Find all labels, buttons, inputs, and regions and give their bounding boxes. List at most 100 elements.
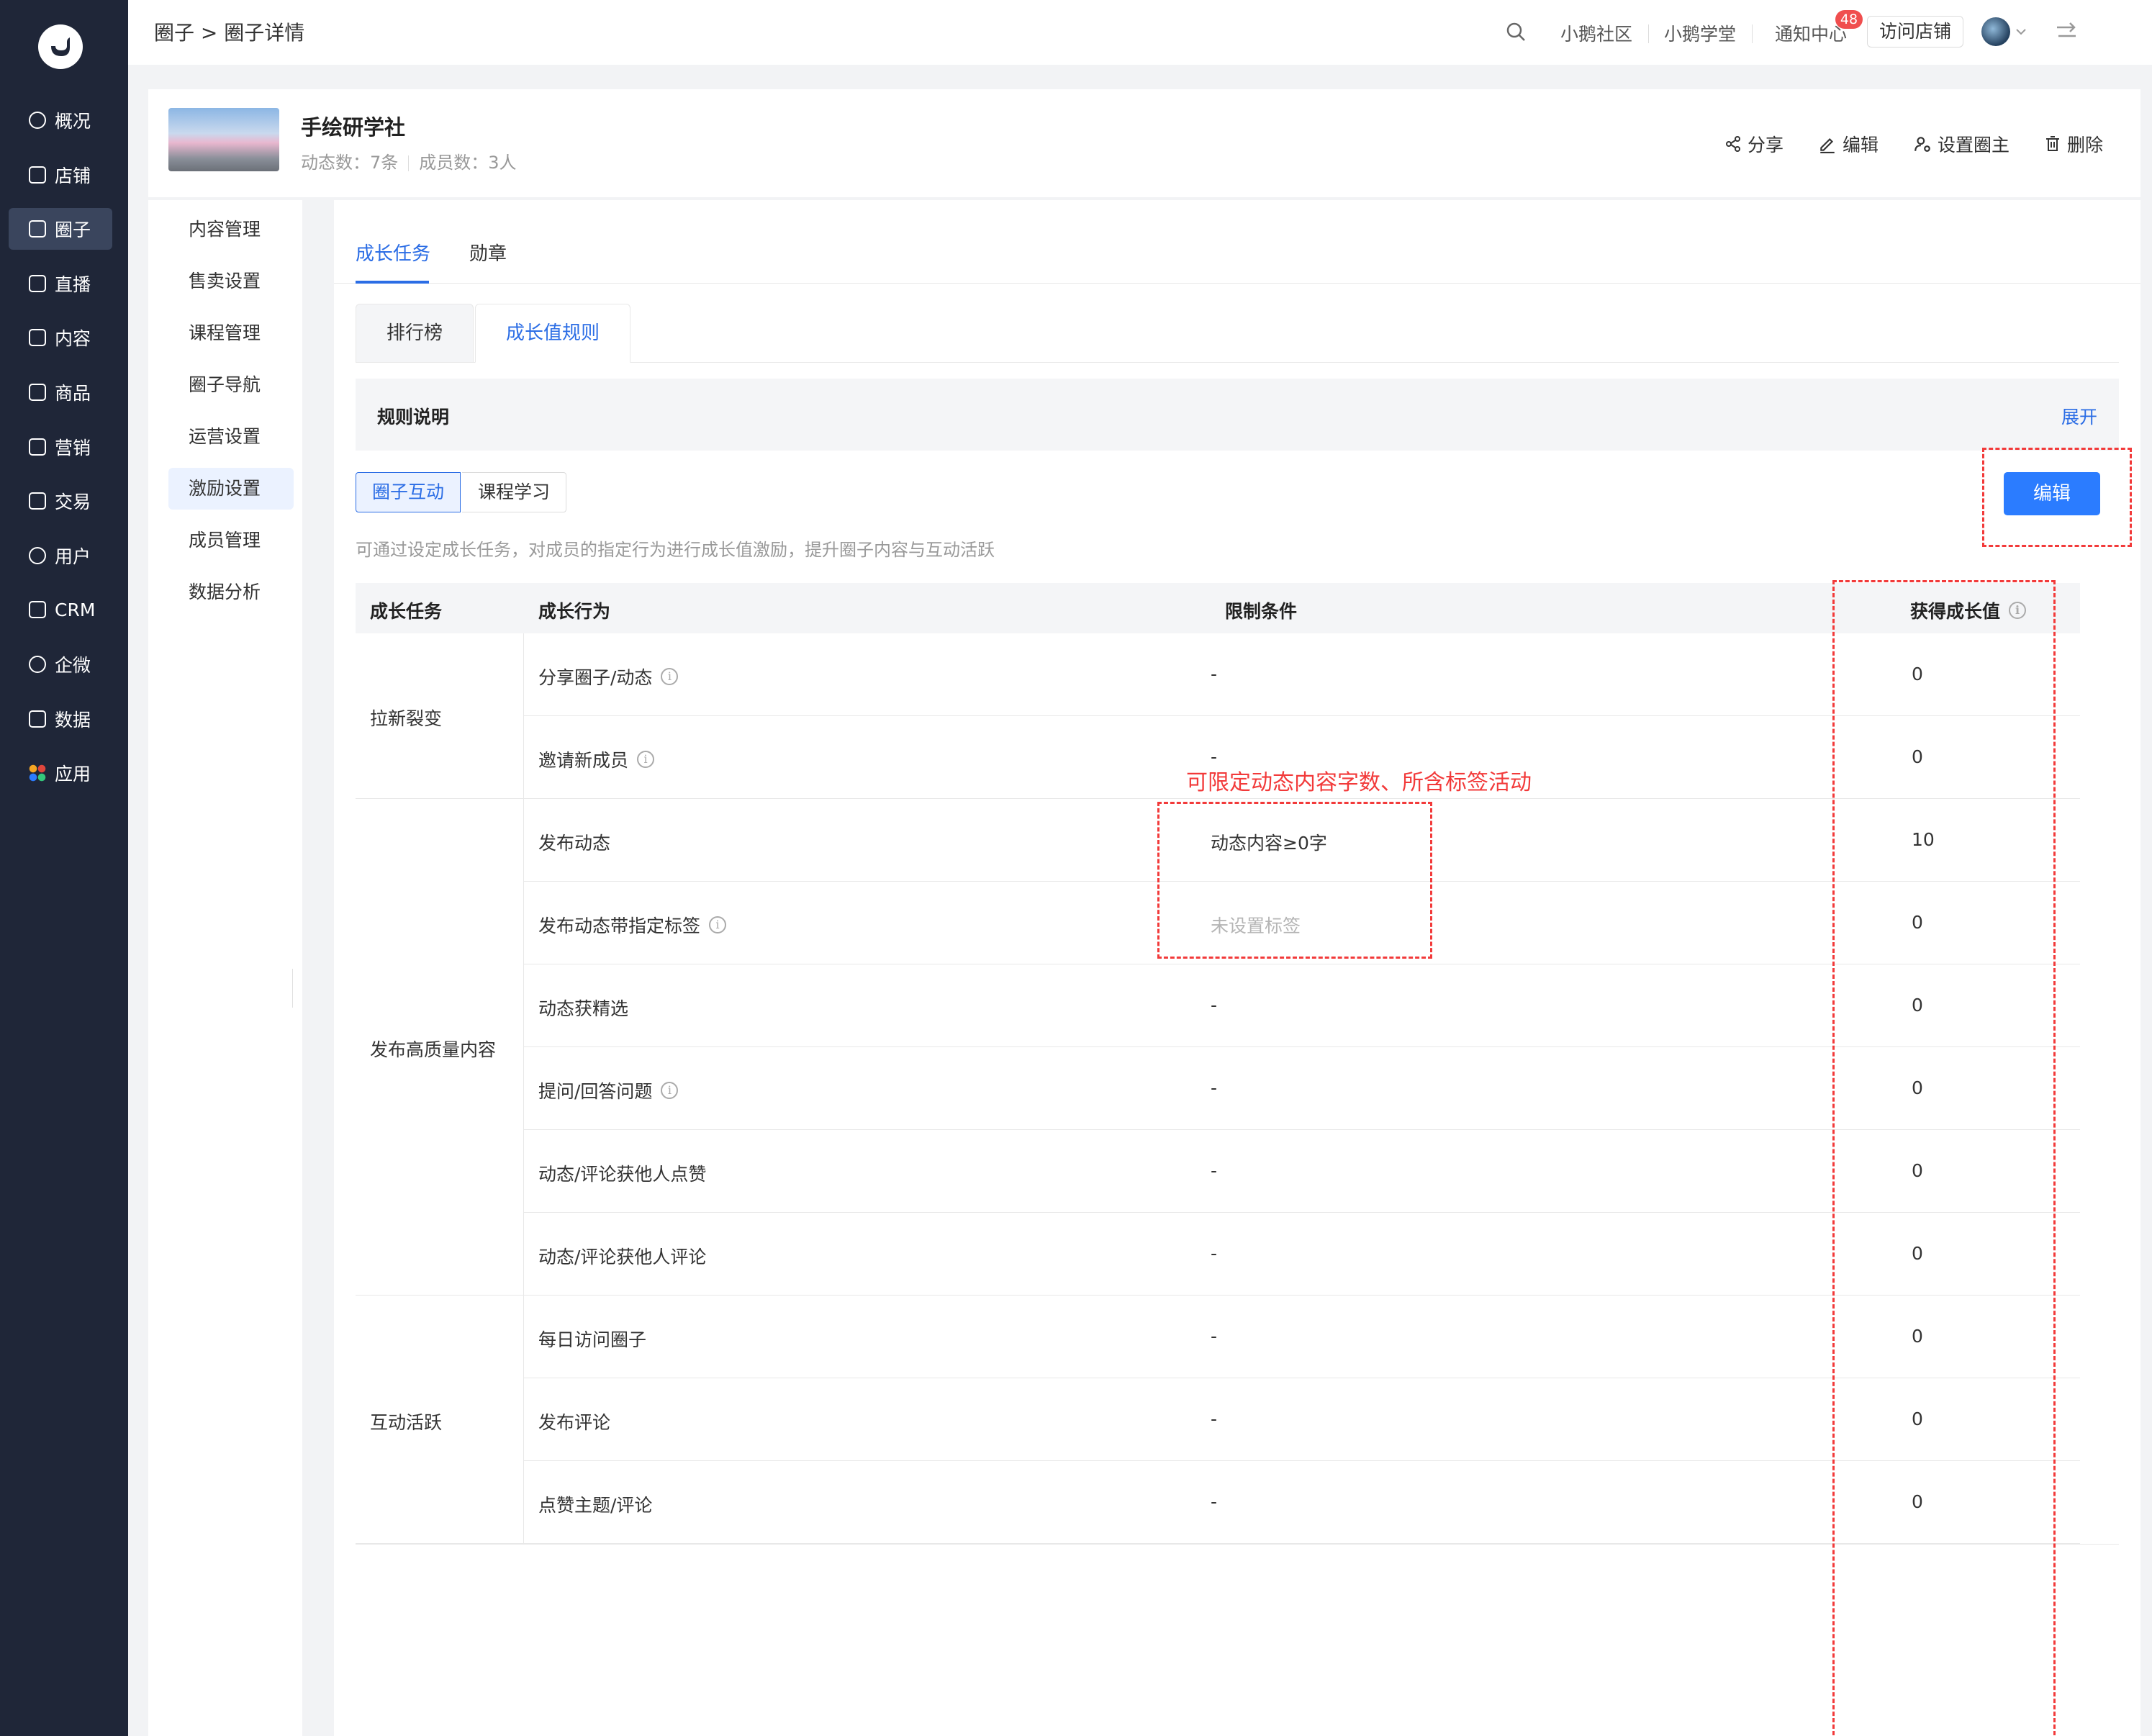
circle-stats: 动态数：7条 成员数：3人 bbox=[301, 148, 517, 173]
behavior-cell: 动态/评论获他人点赞 bbox=[538, 1160, 706, 1186]
task-group-cell: 互动活跃 bbox=[356, 1296, 524, 1544]
sidebar-item-label: 店铺 bbox=[55, 165, 91, 186]
goods-icon bbox=[29, 384, 46, 401]
subnav-item-7[interactable]: 数据分析 bbox=[168, 571, 294, 613]
subnav-item-4[interactable]: 运营设置 bbox=[168, 416, 294, 458]
subnav-item-5[interactable]: 激励设置 bbox=[168, 468, 294, 510]
search-icon[interactable] bbox=[1504, 20, 1527, 43]
info-icon[interactable]: i bbox=[661, 668, 679, 685]
limit-cell: - bbox=[1211, 1491, 1218, 1512]
sidebar-item-4[interactable]: 内容 bbox=[9, 317, 112, 358]
share-button[interactable]: 分享 bbox=[1724, 131, 1783, 157]
subtab-leaderboard[interactable]: 排行榜 bbox=[356, 304, 474, 363]
info-icon[interactable]: i bbox=[709, 916, 727, 933]
rules-title: 规则说明 bbox=[377, 407, 450, 428]
edit-circle-button[interactable]: 编辑 bbox=[1818, 131, 1879, 157]
sidebar-item-3[interactable]: 直播 bbox=[9, 263, 112, 304]
limit-cell: - bbox=[1211, 1077, 1218, 1098]
sidebar-item-label: 应用 bbox=[55, 764, 91, 785]
link-academy[interactable]: 小鹅学堂 bbox=[1664, 20, 1736, 46]
active-tab-indicator bbox=[356, 281, 429, 284]
sidebar-item-2[interactable]: 圈子 bbox=[9, 208, 112, 250]
apps-icon bbox=[29, 764, 46, 782]
notification-badge: 48 bbox=[1835, 10, 1863, 29]
avatar[interactable] bbox=[1981, 17, 2010, 46]
user-settings-icon bbox=[1914, 137, 1930, 152]
sidebar-item-0[interactable]: 概况 bbox=[9, 99, 112, 141]
annotation-box-edit bbox=[1982, 448, 2132, 547]
sidebar-item-label: 概况 bbox=[55, 111, 91, 132]
subnav-item-3[interactable]: 圈子导航 bbox=[168, 364, 294, 406]
sidebar-item-label: 交易 bbox=[55, 492, 91, 513]
sidebar-item-label: 商品 bbox=[55, 383, 91, 404]
chevron-down-icon[interactable] bbox=[2015, 27, 2027, 36]
info-icon[interactable]: i bbox=[661, 1082, 679, 1099]
subtab-bar: 排行榜 成长值规则 bbox=[356, 304, 2119, 363]
annotation-box-limit bbox=[1157, 802, 1432, 959]
info-icon[interactable]: i bbox=[637, 751, 655, 768]
sidebar-item-9[interactable]: CRM bbox=[9, 589, 112, 630]
sidebar-item-10[interactable]: 企微 bbox=[9, 643, 112, 685]
data-icon bbox=[29, 710, 46, 728]
expand-link[interactable]: 展开 bbox=[2061, 403, 2097, 429]
sidebar-item-1[interactable]: 店铺 bbox=[9, 154, 112, 196]
behavior-label: 动态/评论获他人评论 bbox=[538, 1247, 707, 1267]
tab-growth-tasks[interactable]: 成长任务 bbox=[356, 239, 430, 266]
visit-store-button[interactable]: 访问店铺 bbox=[1867, 16, 1964, 48]
switch-icon[interactable] bbox=[2054, 20, 2079, 42]
pie-chart-icon bbox=[29, 112, 46, 129]
behavior-label: 点赞主题/评论 bbox=[538, 1495, 653, 1516]
limit-cell: - bbox=[1211, 995, 1218, 1016]
sidebar-item-label: CRM bbox=[55, 599, 96, 620]
delete-button[interactable]: 删除 bbox=[2044, 131, 2103, 157]
sidebar-item-8[interactable]: 用户 bbox=[9, 535, 112, 577]
limit-cell: - bbox=[1211, 1326, 1218, 1347]
header-task: 成长任务 bbox=[370, 601, 443, 622]
task-group-label: 互动活跃 bbox=[370, 1411, 443, 1433]
sidebar-item-6[interactable]: 营销 bbox=[9, 426, 112, 468]
segment-course-learning[interactable]: 课程学习 bbox=[462, 472, 567, 512]
behavior-cell: 提问/回答问题 i bbox=[538, 1077, 679, 1103]
sidebar-item-label: 企微 bbox=[55, 655, 91, 676]
behavior-label: 发布动态 bbox=[538, 833, 611, 854]
limit-cell: - bbox=[1211, 1160, 1218, 1181]
behavior-label: 动态/评论获他人点赞 bbox=[538, 1164, 707, 1185]
behavior-label: 分享圈子/动态 bbox=[538, 667, 653, 688]
task-group-cell: 拉新裂变 bbox=[356, 633, 524, 799]
live-icon bbox=[29, 274, 46, 292]
set-owner-button[interactable]: 设置圈主 bbox=[1913, 131, 2009, 157]
share-icon bbox=[1726, 136, 1740, 152]
behavior-label: 发布动态带指定标签 bbox=[538, 916, 701, 936]
subnav-item-1[interactable]: 售卖设置 bbox=[168, 261, 294, 302]
behavior-cell: 分享圈子/动态 i bbox=[538, 664, 679, 690]
subnav-item-2[interactable]: 课程管理 bbox=[168, 312, 294, 354]
rules-panel: 规则说明 展开 bbox=[356, 379, 2119, 451]
subnav-item-6[interactable]: 成员管理 bbox=[168, 520, 294, 561]
logo[interactable] bbox=[38, 24, 83, 69]
sidebar-item-11[interactable]: 数据 bbox=[9, 698, 112, 740]
behavior-label: 邀请新成员 bbox=[538, 750, 629, 771]
sidebar-item-5[interactable]: 商品 bbox=[9, 371, 112, 413]
trash-icon bbox=[2046, 136, 2059, 151]
limit-cell: - bbox=[1211, 1243, 1218, 1264]
link-community[interactable]: 小鹅社区 bbox=[1560, 20, 1632, 46]
delete-label: 删除 bbox=[2067, 135, 2104, 155]
behavior-cell: 每日访问圈子 bbox=[538, 1326, 646, 1352]
sidebar-item-7[interactable]: 交易 bbox=[9, 480, 112, 522]
subnav-item-0[interactable]: 内容管理 bbox=[168, 209, 294, 250]
goose-logo-icon bbox=[51, 37, 70, 56]
sidebar-item-12[interactable]: 应用 bbox=[9, 752, 112, 794]
behavior-label: 提问/回答问题 bbox=[538, 1081, 653, 1102]
tab-badges[interactable]: 勋章 bbox=[469, 239, 507, 266]
behavior-cell: 发布动态 bbox=[538, 829, 610, 855]
header-behavior: 成长行为 bbox=[538, 601, 611, 622]
sidebar-item-label: 直播 bbox=[55, 273, 91, 295]
pencil-icon bbox=[1820, 137, 1835, 153]
circle-subnav: 内容管理售卖设置课程管理圈子导航运营设置激励设置成员管理数据分析 bbox=[148, 200, 302, 1736]
subtab-growth-rules[interactable]: 成长值规则 bbox=[475, 304, 631, 363]
divider bbox=[1648, 24, 1649, 43]
share-label: 分享 bbox=[1748, 135, 1784, 155]
post-count: 动态数：7条 bbox=[301, 153, 399, 173]
header-limit: 限制条件 bbox=[1225, 601, 1298, 622]
segment-circle-interaction[interactable]: 圈子互动 bbox=[356, 472, 461, 512]
